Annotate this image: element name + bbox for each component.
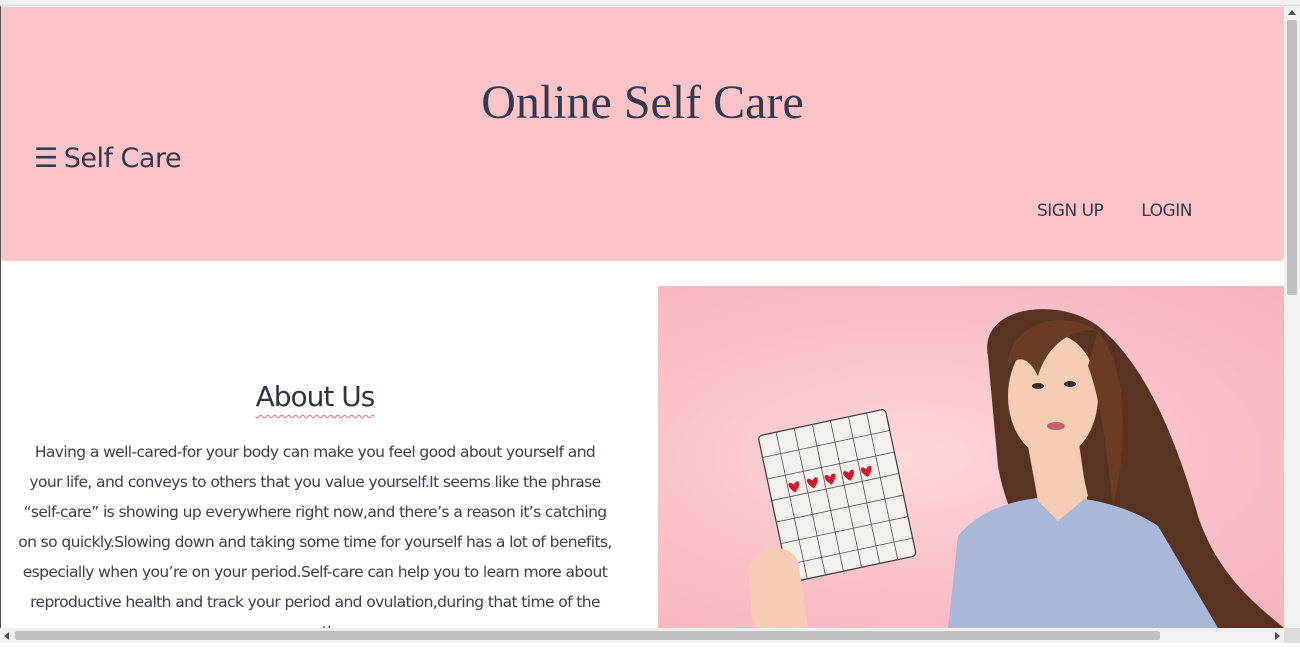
about-section: About Us Having a well-cared-for your bo… xyxy=(18,380,612,647)
site-title: Online Self Care xyxy=(481,76,804,129)
scrollbar-corner xyxy=(1284,628,1300,643)
hero-illustration xyxy=(748,309,1284,628)
hamburger-menu-icon[interactable]: ☰ xyxy=(34,143,58,174)
horizontal-scrollbar[interactable] xyxy=(0,628,1284,643)
login-link[interactable]: LOGIN xyxy=(1141,201,1192,221)
hero-image xyxy=(658,286,1284,628)
vertical-scroll-thumb[interactable] xyxy=(1287,20,1297,295)
scroll-right-arrow-icon[interactable] xyxy=(1275,632,1280,640)
site-header: Online Self Care ☰ Self Care SIGN UP LOG… xyxy=(1,7,1284,261)
about-heading: About Us xyxy=(255,380,376,413)
scroll-up-arrow-icon[interactable] xyxy=(1288,10,1296,15)
brand-menu-toggle[interactable]: ☰ Self Care xyxy=(34,143,182,174)
scroll-left-arrow-icon[interactable] xyxy=(4,632,9,640)
horizontal-scroll-thumb[interactable] xyxy=(15,631,1160,640)
brand-label: Self Care xyxy=(63,143,182,174)
sign-up-link[interactable]: SIGN UP xyxy=(1037,201,1104,221)
header-nav: SIGN UP LOGIN xyxy=(1037,201,1192,221)
vertical-scrollbar[interactable] xyxy=(1284,6,1300,628)
about-body: Having a well-cared-for your body can ma… xyxy=(18,443,612,641)
browser-top-edge xyxy=(0,0,1300,6)
